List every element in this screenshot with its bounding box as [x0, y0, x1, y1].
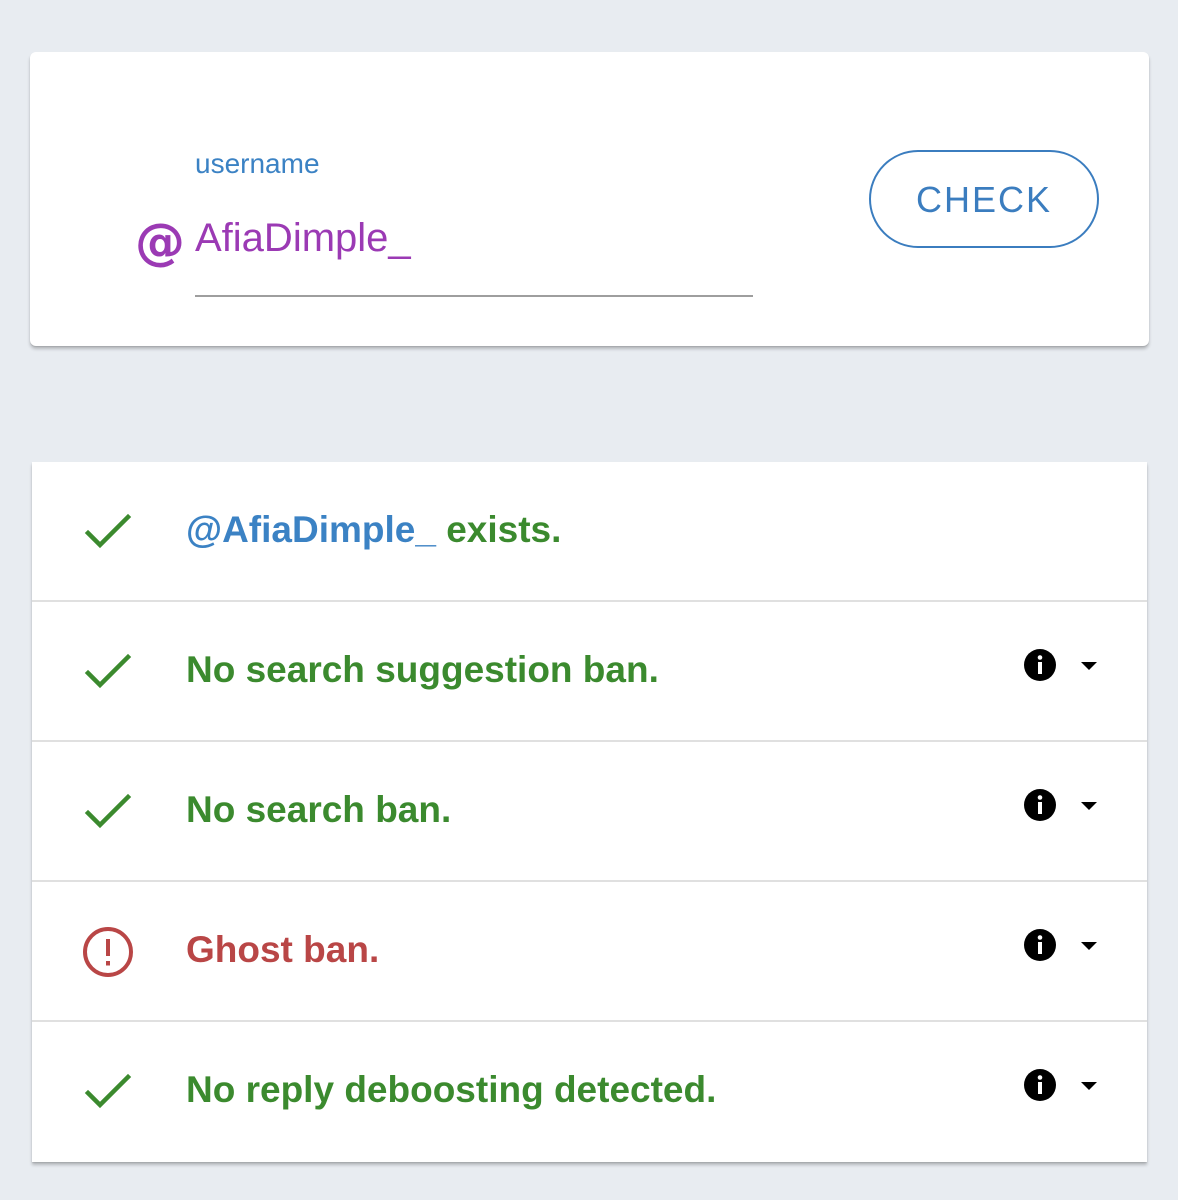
info-icon[interactable]	[1023, 928, 1057, 962]
caret-down-icon[interactable]	[1077, 1077, 1101, 1093]
result-text-ghost-ban: Ghost ban.	[186, 929, 380, 970]
result-text-reply-deboosting: No reply deboosting detected.	[186, 1069, 717, 1110]
username-field-label: username	[195, 148, 320, 179]
info-icon[interactable]	[1023, 648, 1057, 682]
result-text-account-exists: @AfiaDimple_ exists.	[186, 506, 561, 554]
checkmark-icon	[84, 513, 132, 549]
info-icon[interactable]	[1023, 788, 1057, 822]
info-icon[interactable]	[1023, 1068, 1057, 1102]
username-input-underline	[195, 295, 753, 297]
alert-circle-icon	[83, 927, 133, 977]
caret-down-icon[interactable]	[1077, 657, 1101, 673]
caret-down-icon[interactable]	[1077, 937, 1101, 953]
result-row-account-exists: @AfiaDimple_ exists.	[32, 462, 1147, 602]
check-button[interactable]: CHECK	[869, 150, 1099, 248]
checkmark-icon	[84, 1073, 132, 1109]
checkmark-icon	[84, 653, 132, 689]
at-sign-icon: @	[135, 213, 185, 271]
results-list: @AfiaDimple_ exists. No search suggestio…	[32, 462, 1147, 1162]
result-row-ghost-ban[interactable]: Ghost ban.	[32, 882, 1147, 1022]
username-search-card: @ username CHECK	[30, 52, 1149, 346]
caret-down-icon[interactable]	[1077, 797, 1101, 813]
account-handle: @AfiaDimple_	[186, 509, 436, 550]
result-row-reply-deboosting[interactable]: No reply deboosting detected.	[32, 1022, 1147, 1162]
checkmark-icon	[84, 793, 132, 829]
username-input[interactable]	[195, 210, 753, 266]
result-row-search-ban[interactable]: No search ban.	[32, 742, 1147, 882]
result-text-search-suggestion-ban: No search suggestion ban.	[186, 649, 659, 690]
exists-suffix: exists.	[435, 509, 562, 550]
result-text-search-ban: No search ban.	[186, 789, 452, 830]
result-row-search-suggestion-ban[interactable]: No search suggestion ban.	[32, 602, 1147, 742]
